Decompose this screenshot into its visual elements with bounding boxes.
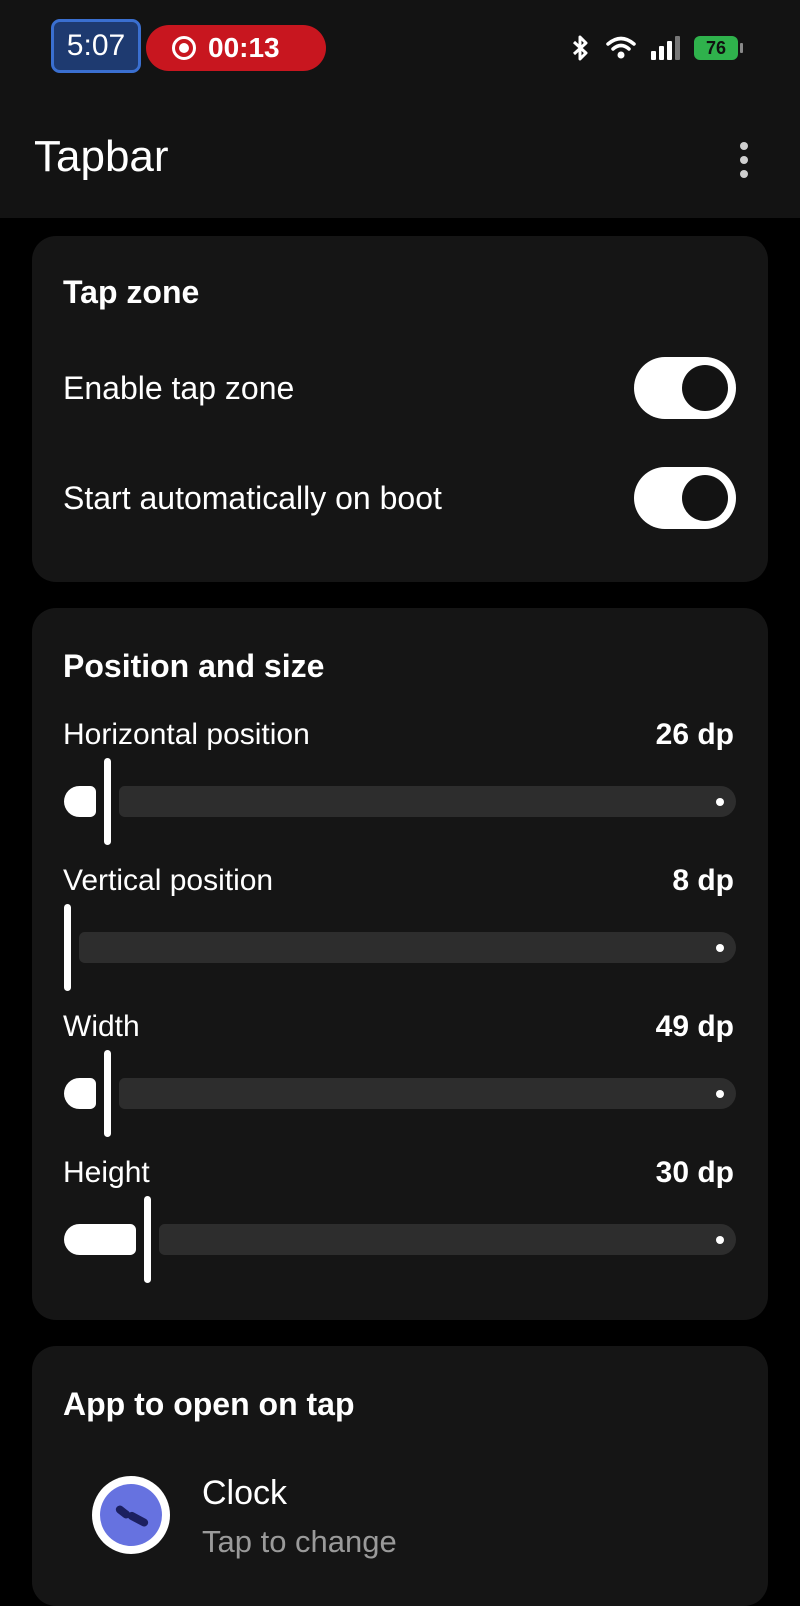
selected-app-subtitle: Tap to change	[202, 1524, 397, 1559]
vertical-position-label: Vertical position	[63, 864, 274, 897]
height-label: Height	[63, 1156, 150, 1189]
horizontal-position-label: Horizontal position	[63, 718, 310, 751]
position-size-title: Position and size	[63, 648, 325, 684]
width-value: 49 dp	[655, 1010, 734, 1043]
slider-inactive-track	[79, 932, 736, 963]
slider-active-track	[64, 786, 96, 817]
slider-stop-indicator	[716, 944, 724, 952]
slider-stop-indicator	[716, 1236, 724, 1244]
wifi-icon	[606, 36, 636, 59]
slider-thumb[interactable]	[64, 904, 71, 991]
slider-thumb[interactable]	[144, 1196, 151, 1283]
bluetooth-icon	[572, 35, 588, 61]
height-slider[interactable]	[64, 1196, 736, 1286]
vertical-position-value: 8 dp	[672, 864, 734, 897]
horizontal-position-value: 26 dp	[655, 718, 734, 751]
position-size-card: Position and size Horizontal position 26…	[32, 608, 768, 1320]
app-to-open-card[interactable]: App to open on tap Clock Tap to change	[32, 1346, 768, 1606]
system-icons: 76	[570, 34, 743, 62]
recording-chip[interactable]: 00:13	[146, 25, 326, 71]
slider-active-track	[64, 1224, 136, 1255]
status-bar: 5:07 00:13 76	[0, 0, 800, 100]
slider-stop-indicator	[716, 798, 724, 806]
width-label: Width	[63, 1010, 140, 1043]
record-icon	[172, 36, 196, 60]
tap-zone-title: Tap zone	[63, 274, 200, 310]
slider-thumb[interactable]	[104, 758, 111, 845]
start-on-boot-toggle[interactable]	[634, 467, 736, 529]
slider-inactive-track	[119, 1078, 736, 1109]
battery-icon: 76	[694, 36, 743, 60]
slider-stop-indicator	[716, 1090, 724, 1098]
enable-tap-zone-label: Enable tap zone	[63, 370, 295, 406]
slider-active-track	[64, 1078, 96, 1109]
status-time: 5:07	[51, 19, 141, 73]
signal-icon	[651, 36, 680, 60]
app-to-open-title: App to open on tap	[63, 1386, 355, 1422]
recording-timer: 00:13	[208, 32, 280, 63]
slider-inactive-track	[119, 786, 736, 817]
battery-level: 76	[705, 37, 727, 58]
app-title: Tapbar	[34, 132, 169, 181]
tap-zone-card: Tap zone Enable tap zone Start automatic…	[32, 236, 768, 582]
horizontal-position-slider[interactable]	[64, 758, 736, 848]
selected-app-name: Clock	[202, 1474, 288, 1512]
slider-thumb[interactable]	[104, 1050, 111, 1137]
enable-tap-zone-toggle[interactable]	[634, 357, 736, 419]
height-value: 30 dp	[655, 1156, 734, 1189]
width-slider[interactable]	[64, 1050, 736, 1140]
vertical-position-slider[interactable]	[64, 904, 736, 994]
slider-inactive-track	[159, 1224, 736, 1255]
more-options-icon[interactable]	[728, 138, 760, 182]
clock-app-icon	[92, 1476, 170, 1554]
start-on-boot-label: Start automatically on boot	[63, 480, 442, 516]
